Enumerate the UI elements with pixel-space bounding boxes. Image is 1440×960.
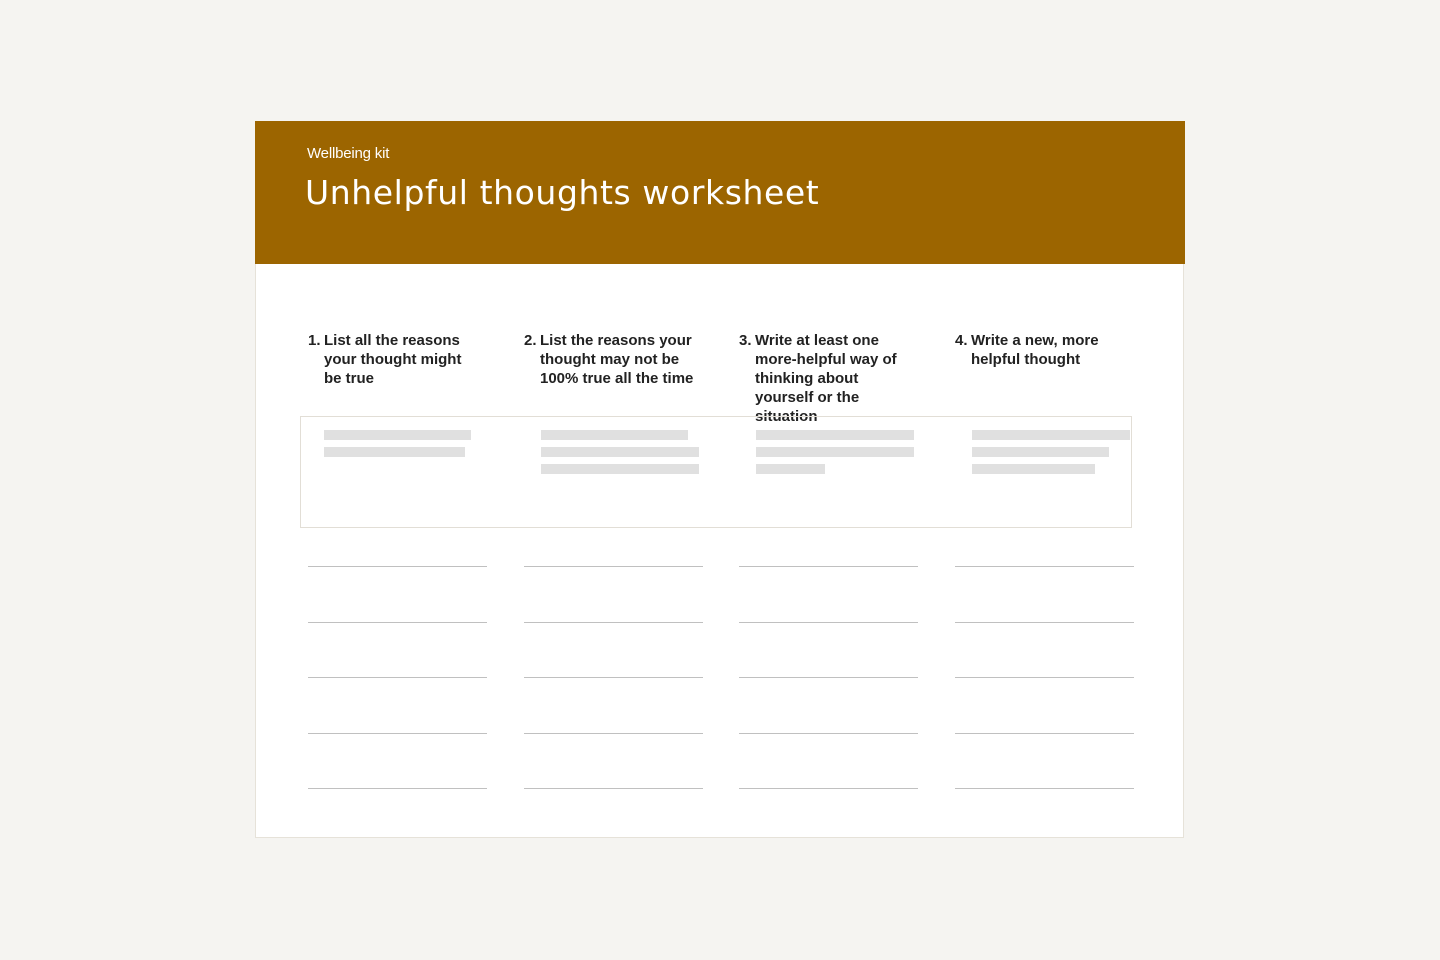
- column-4: 4. Write a new, more helpful thought: [955, 331, 1135, 369]
- answer-line[interactable]: [524, 566, 703, 567]
- answer-line[interactable]: [308, 566, 487, 567]
- column-heading: 4. Write a new, more helpful thought: [955, 331, 1135, 369]
- placeholder-line: [756, 464, 825, 474]
- answer-line[interactable]: [955, 566, 1134, 567]
- column-2: 2. List the reasons your thought may not…: [524, 331, 704, 388]
- answer-line[interactable]: [524, 733, 703, 734]
- answer-line[interactable]: [955, 733, 1134, 734]
- placeholder-line: [756, 430, 914, 440]
- answer-line[interactable]: [955, 622, 1134, 623]
- placeholder-line: [541, 430, 688, 440]
- column-heading: 1. List all the reasons your thought mig…: [308, 331, 488, 388]
- answer-line[interactable]: [524, 622, 703, 623]
- answer-line[interactable]: [955, 788, 1134, 789]
- step-number: 4.: [955, 332, 968, 349]
- answer-line[interactable]: [739, 566, 918, 567]
- answer-line[interactable]: [308, 788, 487, 789]
- answer-line[interactable]: [739, 677, 918, 678]
- worksheet-page: Wellbeing kit Unhelpful thoughts workshe…: [255, 121, 1185, 838]
- answer-line[interactable]: [308, 677, 487, 678]
- answer-line[interactable]: [524, 788, 703, 789]
- placeholder-line: [972, 430, 1130, 440]
- answer-line[interactable]: [955, 677, 1134, 678]
- header-banner: Wellbeing kit Unhelpful thoughts workshe…: [255, 121, 1185, 264]
- step-instruction: Write at least one more-helpful way of t…: [755, 332, 897, 425]
- worksheet-title: Unhelpful thoughts worksheet: [305, 173, 820, 212]
- answer-line[interactable]: [739, 788, 918, 789]
- placeholder-line: [324, 447, 465, 457]
- answer-line[interactable]: [739, 622, 918, 623]
- step-instruction: List the reasons your thought may not be…: [540, 332, 694, 387]
- placeholder-line: [541, 447, 699, 457]
- answer-line[interactable]: [524, 677, 703, 678]
- answer-line[interactable]: [739, 733, 918, 734]
- answer-line[interactable]: [308, 622, 487, 623]
- placeholder-line: [972, 464, 1095, 474]
- step-number: 1.: [308, 332, 321, 349]
- placeholder-line: [756, 447, 914, 457]
- kit-label: Wellbeing kit: [307, 145, 390, 162]
- placeholder-line: [972, 447, 1109, 457]
- column-3: 3. Write at least one more-helpful way o…: [739, 331, 919, 426]
- step-number: 2.: [524, 332, 537, 349]
- column-1: 1. List all the reasons your thought mig…: [308, 331, 488, 388]
- column-heading: 3. Write at least one more-helpful way o…: [739, 331, 919, 426]
- answer-line[interactable]: [308, 733, 487, 734]
- step-instruction: List all the reasons your thought might …: [324, 332, 462, 387]
- example-answer-box: [300, 416, 1132, 528]
- step-number: 3.: [739, 332, 752, 349]
- placeholder-line: [541, 464, 699, 474]
- column-heading: 2. List the reasons your thought may not…: [524, 331, 704, 388]
- placeholder-line: [324, 430, 471, 440]
- step-instruction: Write a new, more helpful thought: [971, 332, 1099, 368]
